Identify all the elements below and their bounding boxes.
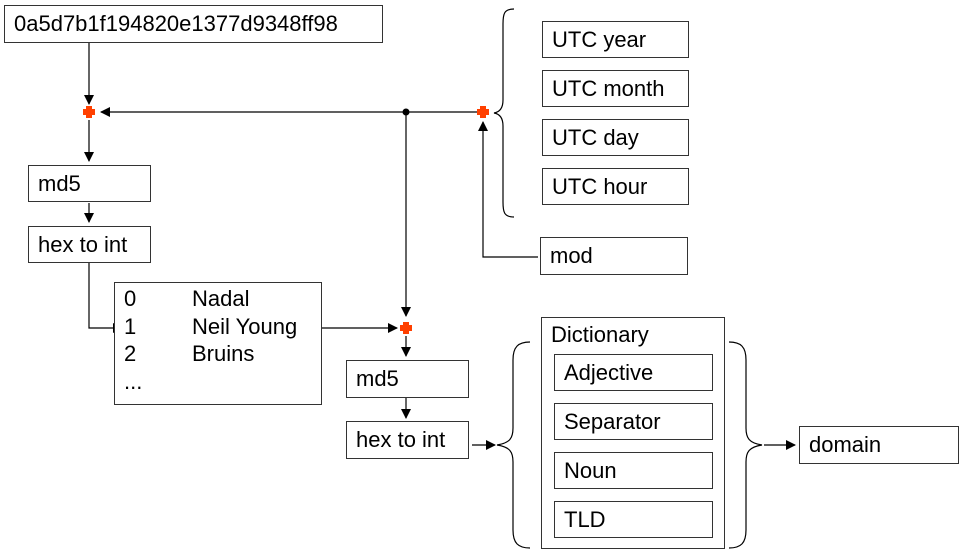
time-input-hour: UTC hour [542, 168, 689, 205]
domain-output-box: domain [799, 426, 959, 464]
wordlist-index: 1 [124, 314, 137, 339]
hex-to-int-box-right: hex to int [346, 421, 469, 459]
combine-node-2 [400, 322, 412, 334]
combine-node-time [477, 106, 489, 118]
wordlist-index: ... [124, 369, 143, 394]
wordlist-table: 0 Nadal 1 Neil Young 2 Bruins ... [114, 282, 322, 405]
dictionary-box: Dictionary Adjective Separator Noun TLD [541, 317, 725, 549]
time-input-day: UTC day [542, 119, 689, 156]
edge-mod-to-time-combine [478, 121, 538, 258]
wordlist-word: Neil Young [192, 314, 298, 339]
dictionary-left-brace [496, 341, 531, 549]
mod-box: mod [540, 237, 688, 275]
time-brace [493, 8, 515, 218]
hex-to-int-box-left: hex to int [28, 226, 151, 263]
seed-box: 0a5d7b1f194820e1377d9348ff98 [4, 5, 383, 43]
time-input-year: UTC year [542, 21, 689, 58]
dictionary-right-brace [728, 341, 763, 549]
wordlist-index: 0 [124, 286, 137, 311]
md5-box-left: md5 [28, 165, 151, 202]
time-input-month: UTC month [542, 70, 689, 107]
dictionary-part-adjective: Adjective [554, 354, 713, 391]
connector-layer [83, 8, 796, 549]
wordlist-word: Nadal [192, 286, 250, 311]
dictionary-part-noun: Noun [554, 452, 713, 489]
dictionary-part-separator: Separator [554, 403, 713, 440]
md5-box-right: md5 [346, 360, 469, 398]
dictionary-part-tld: TLD [554, 501, 713, 538]
wordlist-index: 2 [124, 341, 137, 366]
combine-node-1 [83, 106, 95, 118]
wordlist-word: Bruins [192, 341, 255, 366]
dictionary-title: Dictionary [551, 322, 649, 347]
junction-dot [402, 108, 410, 116]
